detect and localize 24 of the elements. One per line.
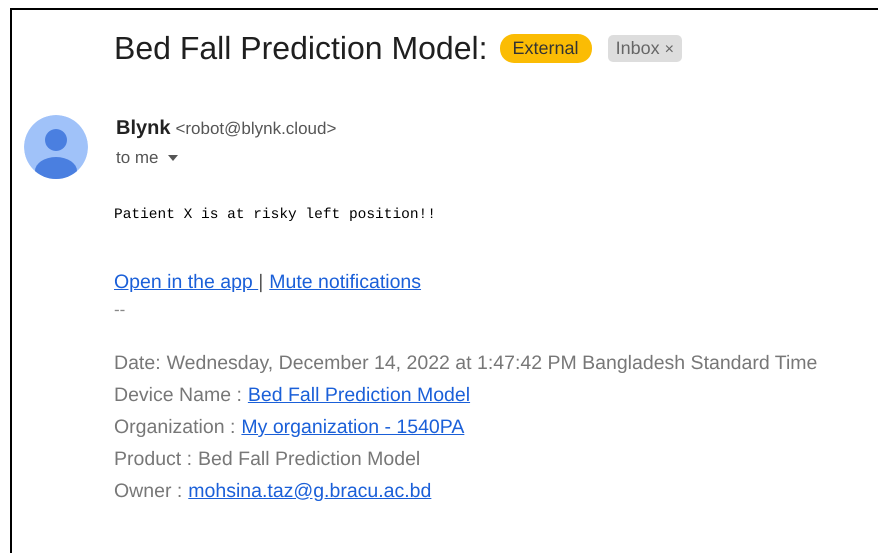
detail-link[interactable]: mohsina.taz@g.bracu.ac.bd bbox=[188, 480, 432, 502]
detail-label: Product : bbox=[114, 448, 192, 470]
detail-label: Device Name : bbox=[114, 384, 242, 406]
detail-link[interactable]: My organization - 1540PA bbox=[241, 416, 464, 438]
caret-icon[interactable] bbox=[168, 155, 178, 161]
detail-link[interactable]: Bed Fall Prediction Model bbox=[248, 384, 470, 406]
external-label: External bbox=[500, 34, 592, 63]
detail-value: Bed Fall Prediction Model bbox=[198, 448, 420, 470]
open-app-link[interactable]: Open in the app bbox=[114, 271, 258, 293]
inbox-label: Inbox × bbox=[608, 35, 682, 62]
avatar-icon bbox=[24, 115, 88, 179]
message-text: Patient X is at risky left position!! bbox=[114, 207, 437, 223]
detail-label: Organization : bbox=[114, 416, 236, 438]
detail-label: Owner : bbox=[114, 480, 182, 502]
recipient-text: to me bbox=[116, 148, 159, 168]
remove-label-button[interactable]: × bbox=[664, 41, 674, 58]
email-subject: Bed Fall Prediction Model: bbox=[114, 30, 488, 67]
signature-dash: -- bbox=[114, 300, 126, 320]
detail-value: Wednesday, December 14, 2022 at 1:47:42 PM Bangladesh Standard Time bbox=[166, 352, 818, 374]
mute-link[interactable]: Mute notifications bbox=[269, 271, 422, 293]
sender-name: Blynk bbox=[116, 117, 170, 139]
separator-text: | bbox=[258, 271, 264, 293]
detail-label: Date: bbox=[114, 352, 161, 374]
sender-address: <robot@blynk.cloud> bbox=[175, 119, 336, 138]
